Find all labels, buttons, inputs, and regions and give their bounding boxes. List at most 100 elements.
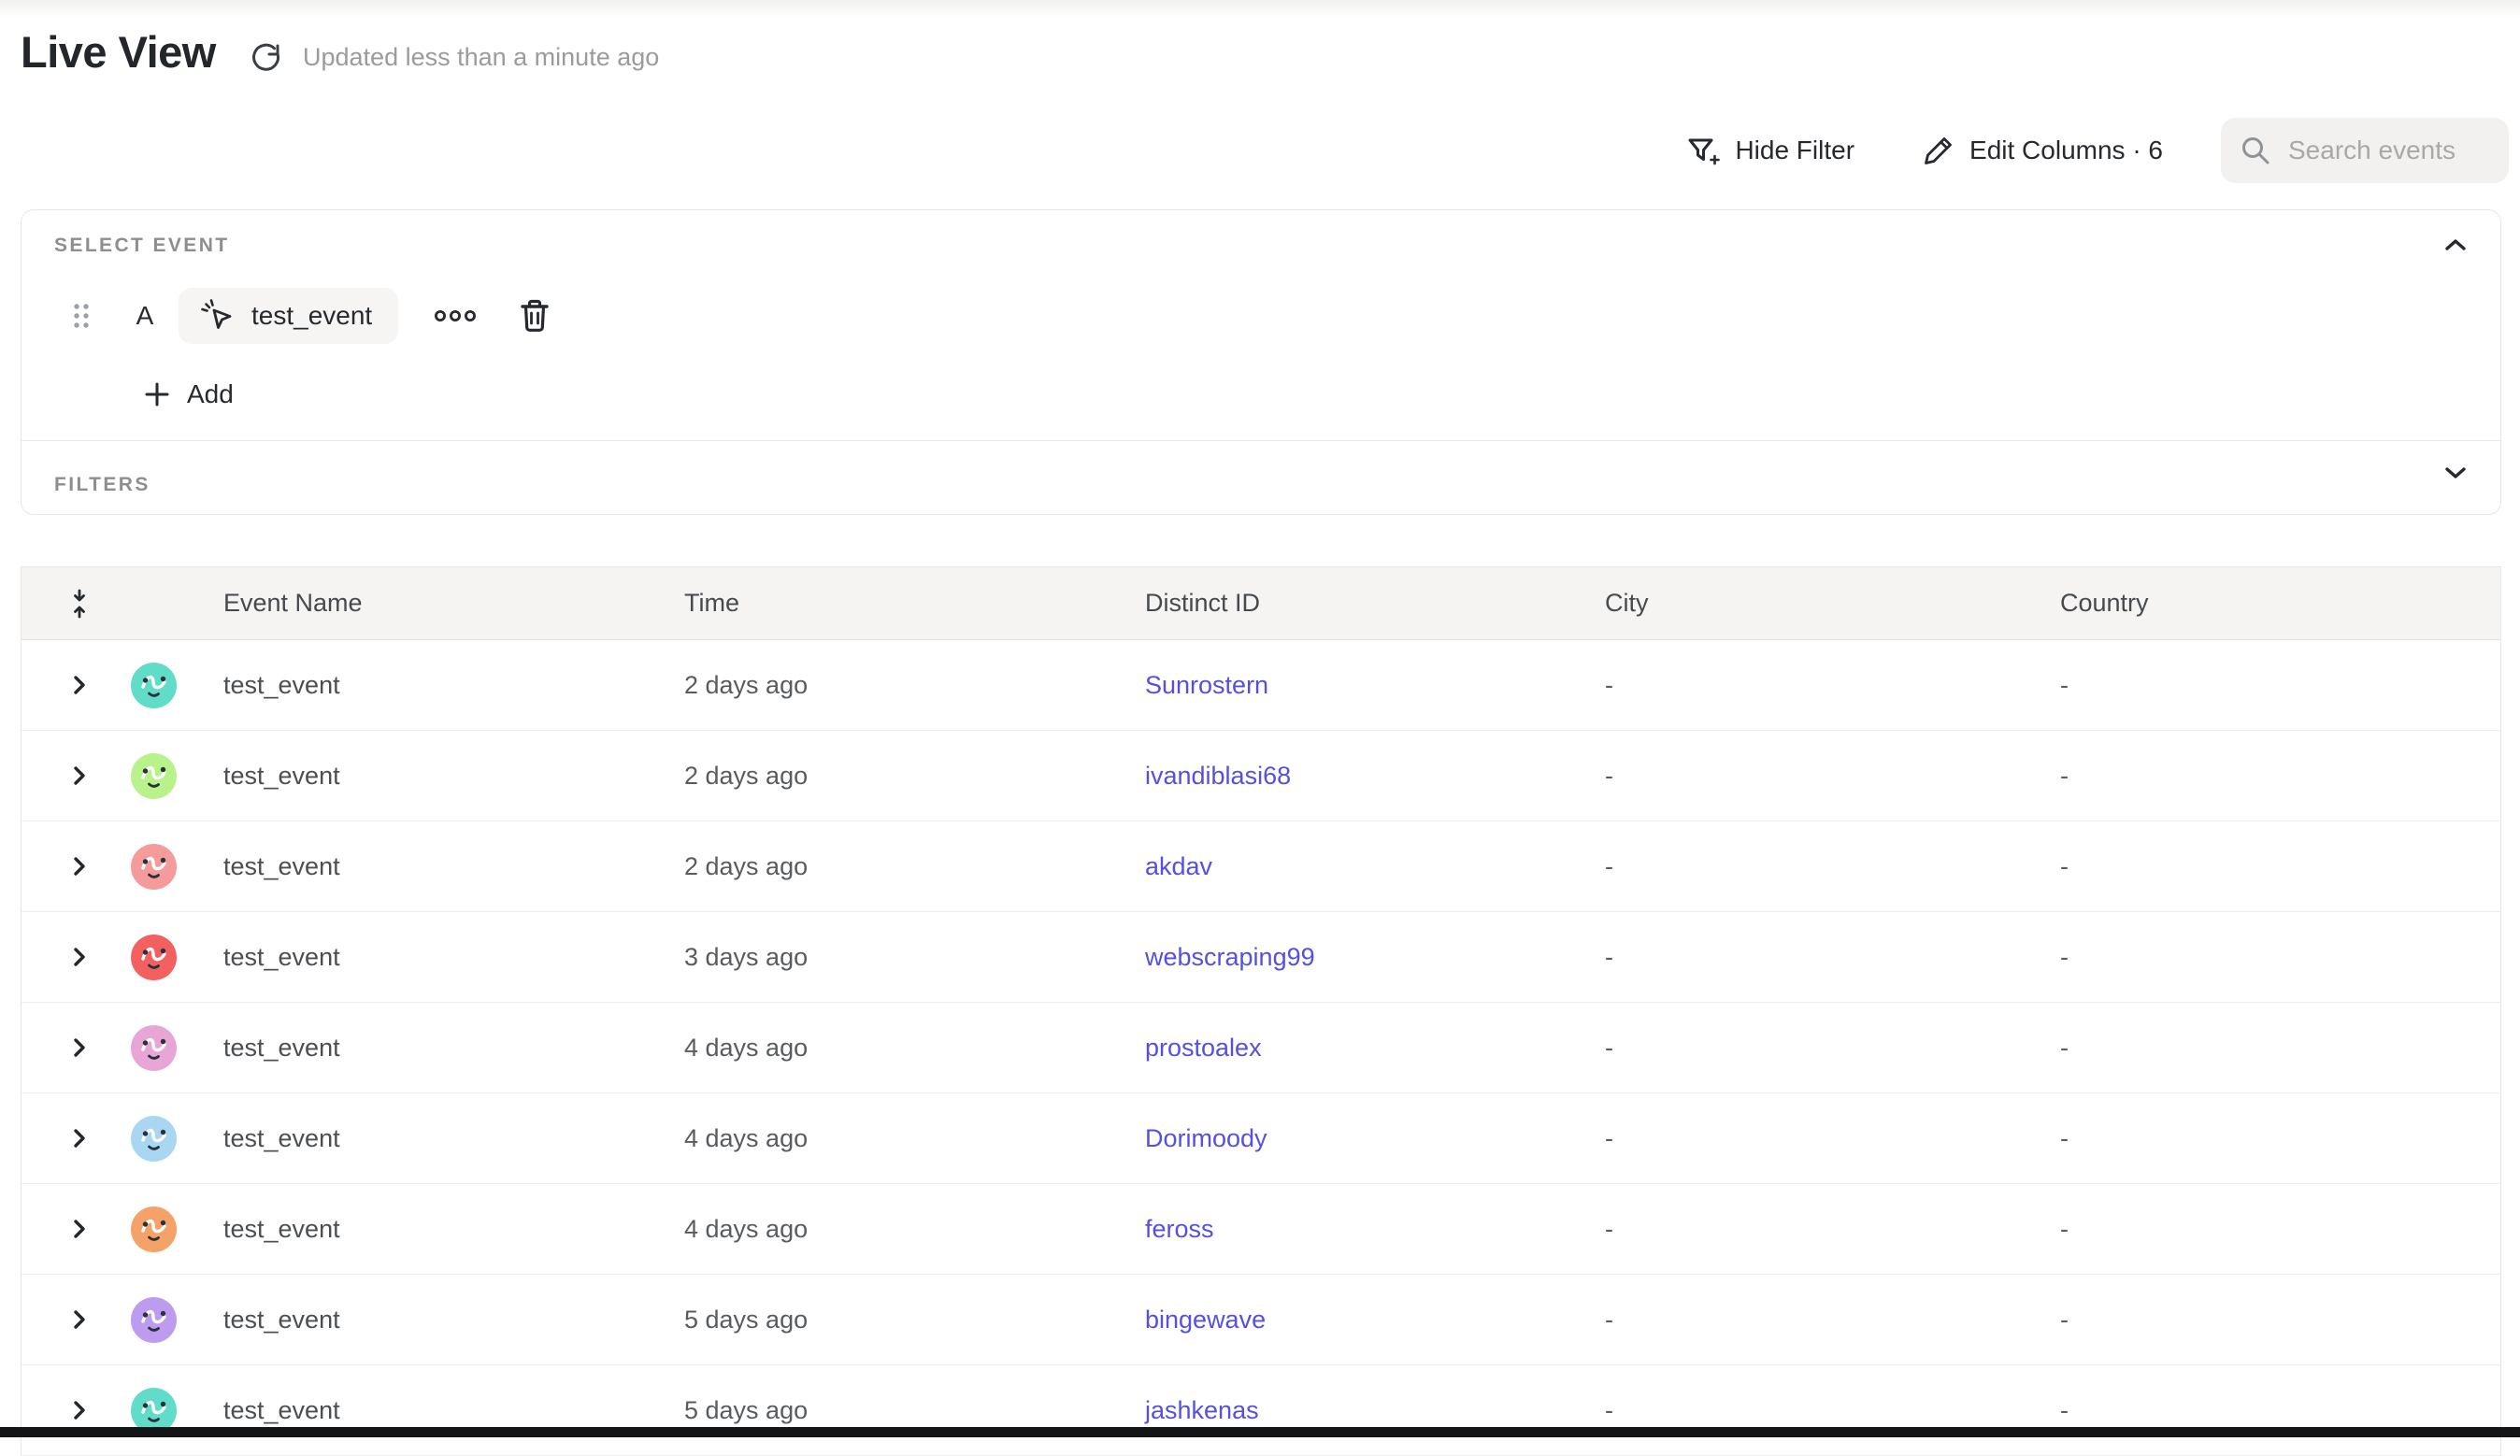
table-row: test_event 4 days ago prostoalex - - xyxy=(21,1003,2500,1093)
chevron-up-icon xyxy=(2444,238,2467,251)
user-avatar[interactable] xyxy=(131,844,177,890)
filter-plus-icon xyxy=(1685,133,1721,168)
cell-time: 2 days ago xyxy=(664,762,1124,791)
expand-row-button[interactable] xyxy=(73,675,86,695)
cell-time: 4 days ago xyxy=(664,1215,1124,1244)
cell-country: - xyxy=(2040,1306,2500,1335)
expand-row-button[interactable] xyxy=(73,1128,86,1149)
table-row: test_event 5 days ago bingewave - - xyxy=(21,1275,2500,1365)
drag-handle-icon[interactable] xyxy=(72,302,91,330)
refresh-icon xyxy=(249,39,284,75)
chevron-right-icon xyxy=(73,947,86,967)
cell-time: 2 days ago xyxy=(664,852,1124,881)
user-avatar[interactable] xyxy=(131,663,177,708)
user-avatar[interactable] xyxy=(131,1116,177,1162)
column-header-event-name[interactable]: Event Name xyxy=(203,589,664,618)
add-label: Add xyxy=(187,379,234,409)
column-header-city[interactable]: City xyxy=(1584,589,2040,618)
cell-country: - xyxy=(2040,943,2500,972)
plus-icon xyxy=(144,381,170,407)
distinct-id-link[interactable]: akdav xyxy=(1145,852,1212,880)
selected-event-chip[interactable]: test_event xyxy=(179,288,398,344)
distinct-id-link[interactable]: prostoalex xyxy=(1145,1034,1262,1062)
table-row: test_event 2 days ago ivandiblasi68 - - xyxy=(21,731,2500,821)
collapse-section-button[interactable] xyxy=(2444,238,2467,251)
expand-filters-button[interactable] xyxy=(2444,466,2467,479)
distinct-id-link[interactable]: Sunrostern xyxy=(1145,671,1268,699)
chevron-right-icon xyxy=(73,1309,86,1330)
cell-city: - xyxy=(1584,1034,2040,1063)
trash-icon xyxy=(518,297,551,335)
expand-row-button[interactable] xyxy=(73,1219,86,1239)
distinct-id-link[interactable]: bingewave xyxy=(1145,1306,1266,1334)
cell-city: - xyxy=(1584,943,2040,972)
user-avatar[interactable] xyxy=(131,1206,177,1252)
distinct-id-link[interactable]: jashkenas xyxy=(1145,1396,1259,1424)
cell-city: - xyxy=(1584,1306,2040,1335)
user-avatar[interactable] xyxy=(131,753,177,799)
chevron-down-icon xyxy=(2444,466,2467,479)
delete-event-button[interactable] xyxy=(518,297,551,335)
distinct-id-link[interactable]: ivandiblasi68 xyxy=(1145,762,1291,790)
cursor-click-icon xyxy=(199,297,236,335)
table-row: test_event 4 days ago feross - - xyxy=(21,1184,2500,1275)
cell-country: - xyxy=(2040,1215,2500,1244)
refresh-button[interactable] xyxy=(249,39,284,75)
cell-event-name: test_event xyxy=(203,1396,664,1425)
pencil-icon xyxy=(1922,134,1955,167)
hide-filter-button[interactable]: Hide Filter xyxy=(1685,133,1854,168)
cell-time: 4 days ago xyxy=(664,1124,1124,1153)
chevron-right-icon xyxy=(73,675,86,695)
table-row: test_event 2 days ago akdav - - xyxy=(21,821,2500,912)
window-top-edge xyxy=(0,0,2520,19)
chevron-right-icon xyxy=(73,1219,86,1239)
more-icon xyxy=(434,308,477,323)
table-row: test_event 4 days ago Dorimoody - - xyxy=(21,1093,2500,1184)
window-bottom-edge xyxy=(0,1427,2520,1437)
event-more-options-button[interactable] xyxy=(434,308,477,323)
cell-country: - xyxy=(2040,671,2500,700)
expand-row-button[interactable] xyxy=(73,1309,86,1330)
chevron-right-icon xyxy=(73,765,86,786)
event-row-letter: A xyxy=(134,301,156,331)
expand-row-button[interactable] xyxy=(73,1037,86,1058)
cell-city: - xyxy=(1584,852,2040,881)
cell-event-name: test_event xyxy=(203,762,664,791)
expand-row-button[interactable] xyxy=(73,947,86,967)
cell-event-name: test_event xyxy=(203,1124,664,1153)
hide-filter-label: Hide Filter xyxy=(1735,136,1854,165)
cell-city: - xyxy=(1584,762,2040,791)
cell-time: 5 days ago xyxy=(664,1306,1124,1335)
distinct-id-link[interactable]: webscraping99 xyxy=(1145,943,1315,971)
expand-row-button[interactable] xyxy=(73,765,86,786)
cell-city: - xyxy=(1584,1124,2040,1153)
chevron-right-icon xyxy=(73,1128,86,1149)
search-input[interactable] xyxy=(2288,136,2484,165)
expand-row-button[interactable] xyxy=(73,1400,86,1420)
user-avatar[interactable] xyxy=(131,1025,177,1071)
cell-event-name: test_event xyxy=(203,852,664,881)
expand-row-button[interactable] xyxy=(73,856,86,877)
column-header-distinct-id[interactable]: Distinct ID xyxy=(1124,589,1584,618)
column-header-country[interactable]: Country xyxy=(2040,589,2500,618)
add-event-button[interactable]: Add xyxy=(144,375,234,414)
cell-country: - xyxy=(2040,1034,2500,1063)
distinct-id-link[interactable]: Dorimoody xyxy=(1145,1124,1267,1152)
edit-columns-button[interactable]: Edit Columns · 6 xyxy=(1922,134,2163,167)
query-builder-card: SELECT EVENT A xyxy=(21,209,2501,515)
cell-country: - xyxy=(2040,1124,2500,1153)
distinct-id-link[interactable]: feross xyxy=(1145,1215,1214,1243)
user-avatar[interactable] xyxy=(131,935,177,980)
cell-city: - xyxy=(1584,1215,2040,1244)
toolbar: Hide Filter Edit Columns · 6 xyxy=(1685,116,2509,185)
collapse-rows-button[interactable] xyxy=(21,589,104,619)
cell-time: 5 days ago xyxy=(664,1396,1124,1425)
search-icon xyxy=(2240,135,2271,166)
cell-city: - xyxy=(1584,1396,2040,1425)
chevron-right-icon xyxy=(73,1400,86,1420)
cell-time: 3 days ago xyxy=(664,943,1124,972)
filters-label: FILTERS xyxy=(54,474,150,496)
search-events-box[interactable] xyxy=(2221,118,2509,183)
user-avatar[interactable] xyxy=(131,1297,177,1343)
column-header-time[interactable]: Time xyxy=(664,589,1124,618)
